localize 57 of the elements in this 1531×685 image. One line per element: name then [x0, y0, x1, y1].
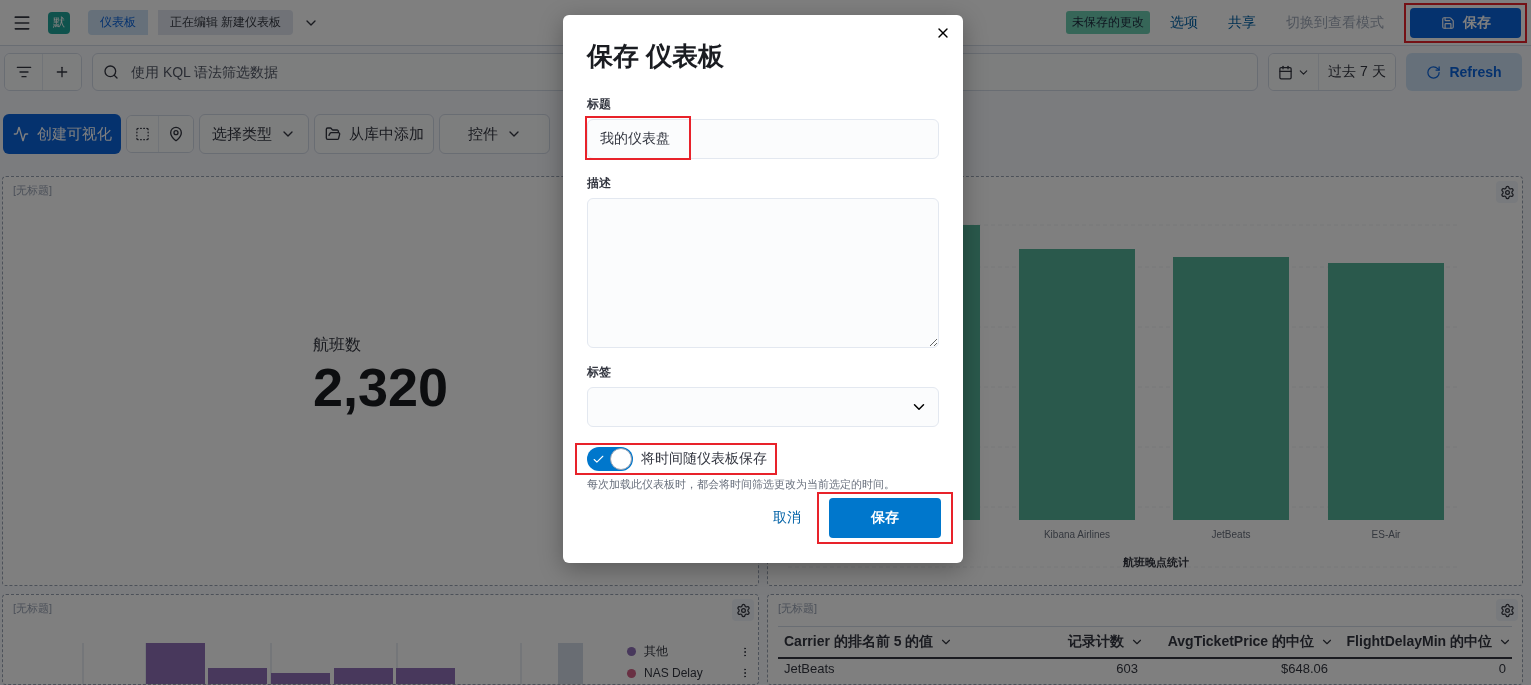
type-select[interactable]: 选择类型 — [199, 114, 309, 154]
toggle-label: 将时间随仪表板保存 — [641, 450, 767, 468]
create-button[interactable]: 创建可视化 — [3, 114, 121, 154]
column-header[interactable]: 记录计数 — [1014, 627, 1144, 657]
space-avatar[interactable]: 默 — [48, 11, 70, 34]
dialog-title: 保存 仪表板 — [587, 40, 726, 73]
table-cell-text: 0 — [1497, 660, 1507, 676]
header-link[interactable]: 选项 — [1170, 13, 1198, 32]
bar — [558, 643, 583, 684]
legend-label[interactable]: NAS Delay — [644, 666, 731, 680]
bar — [208, 668, 267, 684]
axis-label: ES-Air — [1371, 529, 1401, 540]
title-field[interactable]: 我的仪表盘 — [587, 119, 939, 159]
settings-icon[interactable] — [1496, 599, 1518, 621]
save-icon — [1440, 15, 1455, 30]
unsaved-badge: 未保存的更改 — [1066, 11, 1150, 34]
axis-title: 航班晚点统计 — [1123, 556, 1189, 568]
refresh-button[interactable]: Refresh — [1406, 53, 1522, 91]
field-label: 标签 — [587, 364, 612, 381]
column-header[interactable]: FlightDelayMin 的中位 — [1334, 627, 1512, 657]
help-text: 每次加载此仪表板时，都会将时间筛选更改为当前选定的时间。 — [587, 477, 896, 492]
metric-value: 2,320 — [312, 356, 449, 418]
metric-label: 航班数 — [312, 335, 362, 355]
bar — [334, 668, 393, 684]
filter-icon[interactable] — [5, 54, 43, 90]
save-button[interactable]: 保存 — [829, 498, 941, 538]
refresh-icon — [1426, 64, 1442, 80]
axis-label: Kibana Airlines — [1043, 529, 1111, 540]
field-label: 标题 — [587, 96, 612, 113]
header-link[interactable]: 共享 — [1228, 13, 1256, 32]
breadcrumb[interactable]: 正在编辑 新建仪表板 — [158, 10, 294, 35]
search-icon — [103, 64, 119, 80]
field-label: 描述 — [587, 175, 612, 192]
settings-icon[interactable] — [732, 599, 754, 621]
folder-icon — [324, 126, 341, 142]
save-button[interactable]: 保存 — [1410, 7, 1521, 38]
axis-label: JetBeats — [1211, 529, 1251, 540]
date-picker-button[interactable] — [1269, 54, 1319, 90]
table-cell-text: JetBeats — [783, 660, 836, 676]
controls-select[interactable]: 控件 — [439, 114, 550, 154]
calendar-icon — [1277, 64, 1293, 80]
table-cell-text: 603 — [1115, 660, 1139, 676]
settings-icon[interactable] — [1496, 181, 1518, 203]
text-icon[interactable] — [127, 116, 159, 152]
cancel-link[interactable]: 取消 — [773, 509, 801, 527]
column-header[interactable]: AvgTicketPrice 的中位 — [1144, 627, 1334, 657]
bar — [396, 668, 455, 684]
toggle-switch[interactable] — [587, 447, 633, 471]
chart-icon — [12, 126, 29, 142]
column-header[interactable]: Carrier 的排名前 5 的值 — [778, 627, 1014, 657]
breadcrumb[interactable]: 仪表板 — [88, 10, 148, 35]
table-cell-text: $648.06 — [1280, 660, 1329, 676]
bar — [271, 673, 330, 684]
legend-label[interactable]: 其他 — [644, 643, 731, 660]
bar — [146, 643, 205, 684]
library-button[interactable]: 从库中添加 — [314, 114, 434, 154]
description-field[interactable] — [587, 198, 939, 348]
